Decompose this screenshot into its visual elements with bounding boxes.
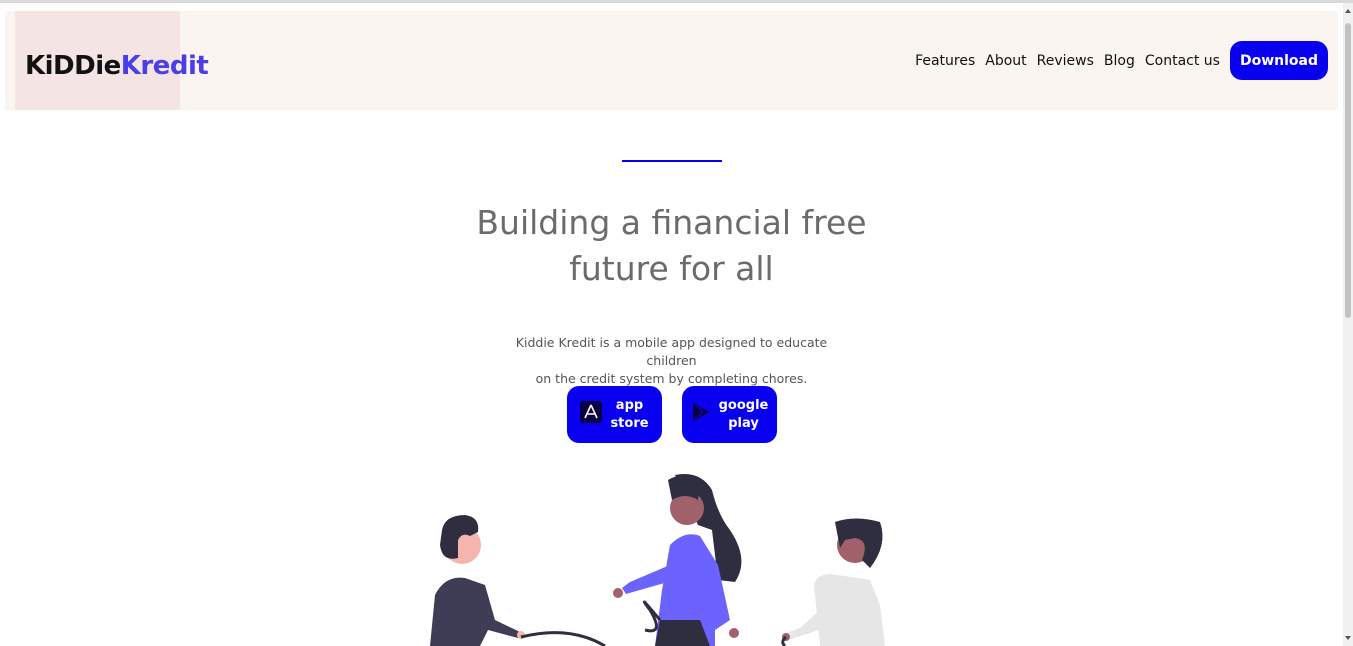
logo-part-1: KiDDie: [25, 51, 121, 81]
google-play-label-line-2: play: [728, 415, 759, 431]
hero-title-line-1: Building a financial free: [476, 203, 867, 242]
hero-description-line-1: Kiddie Kredit is a mobile app designed t…: [515, 335, 828, 368]
hero-title-line-2: future for all: [569, 249, 774, 288]
google-play-button[interactable]: google play: [682, 386, 777, 443]
nav-contact-us[interactable]: Contact us: [1145, 53, 1220, 69]
page-scrollbar[interactable]: [1343, 3, 1353, 646]
hero-title: Building a financial free future for all: [440, 200, 903, 292]
scroll-down-arrow[interactable]: [1345, 636, 1351, 640]
site-header: KiDDieKredit Features About Reviews Blog…: [5, 11, 1338, 110]
logo-container[interactable]: KiDDieKredit: [15, 11, 209, 110]
app-store-label: app store: [610, 397, 648, 433]
google-play-icon: [691, 401, 711, 429]
girl-figure: [781, 518, 885, 646]
nav-about[interactable]: About: [985, 53, 1026, 69]
nav-reviews[interactable]: Reviews: [1037, 53, 1094, 69]
app-store-button[interactable]: app store: [567, 386, 662, 443]
app-store-label-line-2: store: [610, 415, 649, 431]
nav-features[interactable]: Features: [915, 53, 975, 69]
scroll-thumb[interactable]: [1345, 23, 1351, 318]
app-store-icon: [580, 400, 603, 429]
main-nav: Features About Reviews Blog Contact us D…: [915, 41, 1328, 80]
google-play-label-line-1: google: [718, 397, 769, 413]
hero-illustration: [430, 474, 885, 646]
window-top-border: [0, 0, 1353, 3]
woman-figure: [613, 474, 742, 646]
google-play-label: google play: [719, 397, 769, 433]
nav-blog[interactable]: Blog: [1104, 53, 1135, 69]
accent-divider: [622, 160, 722, 162]
app-store-label-line-1: app: [615, 397, 644, 413]
hero-description-line-2: on the credit system by completing chore…: [535, 371, 808, 386]
download-button[interactable]: Download: [1229, 41, 1328, 80]
hero-description: Kiddie Kredit is a mobile app designed t…: [490, 334, 853, 388]
scroll-up-arrow[interactable]: [1345, 9, 1351, 13]
logo-part-2: Kredit: [120, 51, 209, 81]
logo[interactable]: KiDDieKredit: [25, 51, 209, 81]
boy-figure: [430, 515, 525, 646]
